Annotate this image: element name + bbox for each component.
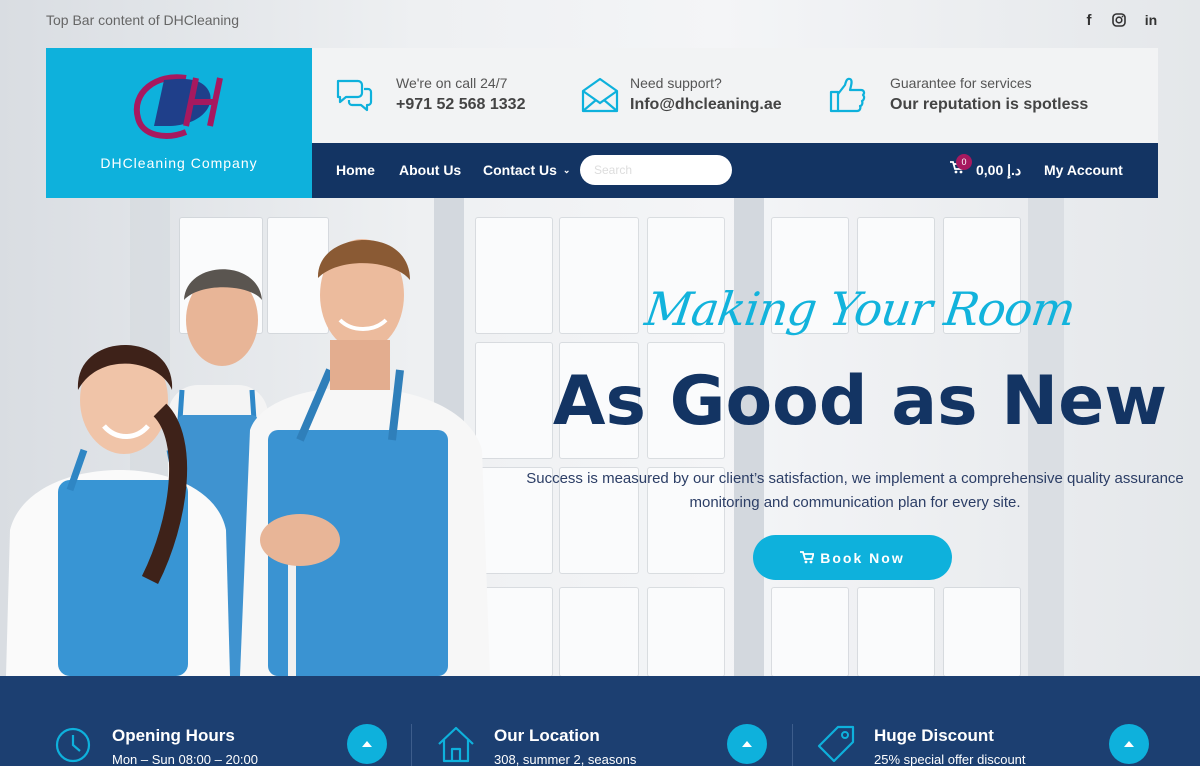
envelope-icon	[581, 77, 619, 113]
nav-home[interactable]: Home	[336, 162, 375, 178]
feature-location: Our Location 308, summer 2, seasons	[436, 676, 776, 766]
feature-title: Huge Discount	[874, 726, 994, 745]
hero-title: As Good as New	[552, 362, 1168, 441]
nav-contact-us-label: Contact Us	[483, 162, 557, 178]
feature-subtitle: 308, summer 2, seasons	[494, 752, 637, 766]
hero-description: Success is measured by our client’s sati…	[526, 470, 1184, 511]
feature-subtitle: 25% special offer discount	[874, 752, 1026, 766]
nav-contact-us[interactable]: Contact Us ⌄	[483, 162, 570, 178]
top-bar-text: Top Bar content of DHCleaning	[46, 12, 239, 28]
contact-info-strip: We're on call 24/7 +971 52 568 1332 Need…	[312, 48, 1158, 143]
caret-up-icon	[362, 741, 372, 747]
nav-about-us[interactable]: About Us	[399, 162, 461, 178]
phone-number[interactable]: +971 52 568 1332	[396, 96, 525, 114]
book-now-label: Book Now	[820, 549, 905, 566]
chat-bubbles-icon	[336, 79, 373, 112]
expand-button[interactable]	[1109, 724, 1149, 764]
info-label: We're on call 24/7	[396, 75, 508, 91]
caret-up-icon	[742, 741, 752, 747]
cart-count-badge: 0	[956, 154, 972, 170]
logo[interactable]: DHCleaning Company	[46, 48, 312, 198]
logo-caption: DHCleaning Company	[100, 155, 258, 171]
cart-amount[interactable]: د.إ 0,00	[976, 162, 1021, 179]
book-now-button[interactable]: Book Now	[753, 535, 952, 580]
main-navigation: Home About Us Contact Us ⌄ 0 د.إ 0,00 My …	[312, 143, 1158, 198]
feature-title: Our Location	[494, 726, 600, 745]
instagram-icon[interactable]	[1110, 11, 1128, 29]
support-email[interactable]: Info@dhcleaning.ae	[630, 96, 782, 114]
facebook-icon[interactable]: f	[1080, 11, 1098, 29]
info-label: Need support?	[630, 75, 722, 91]
feature-discount: Huge Discount 25% special offer discount	[816, 676, 1156, 766]
nav-my-account[interactable]: My Account	[1044, 162, 1123, 178]
expand-button[interactable]	[347, 724, 387, 764]
info-label: Guarantee for services	[890, 75, 1032, 91]
search-input[interactable]	[580, 155, 732, 185]
divider	[792, 724, 793, 766]
caret-up-icon	[1124, 741, 1134, 747]
home-icon	[438, 726, 474, 763]
divider	[411, 724, 412, 766]
tag-icon	[817, 725, 855, 763]
chevron-down-icon: ⌄	[562, 165, 571, 175]
expand-button[interactable]	[727, 724, 767, 764]
logo-mark-icon	[133, 74, 223, 139]
guarantee-text: Our reputation is spotless	[890, 96, 1089, 113]
feature-title: Opening Hours	[112, 726, 235, 745]
linkedin-icon[interactable]: in	[1142, 11, 1160, 29]
hero-script-heading: Making Your Room	[641, 282, 1079, 336]
feature-subtitle: Mon – Sun 08:00 – 20:00	[112, 752, 259, 766]
features-strip: Opening Hours Mon – Sun 08:00 – 20:00 Ou…	[0, 676, 1200, 766]
cleaning-team-image	[0, 200, 500, 676]
cart-icon	[800, 551, 815, 564]
feature-opening-hours: Opening Hours Mon – Sun 08:00 – 20:00	[54, 676, 394, 766]
top-bar: Top Bar content of DHCleaning f in	[0, 0, 1200, 40]
clock-icon	[55, 727, 91, 763]
thumbs-up-icon	[829, 77, 866, 113]
